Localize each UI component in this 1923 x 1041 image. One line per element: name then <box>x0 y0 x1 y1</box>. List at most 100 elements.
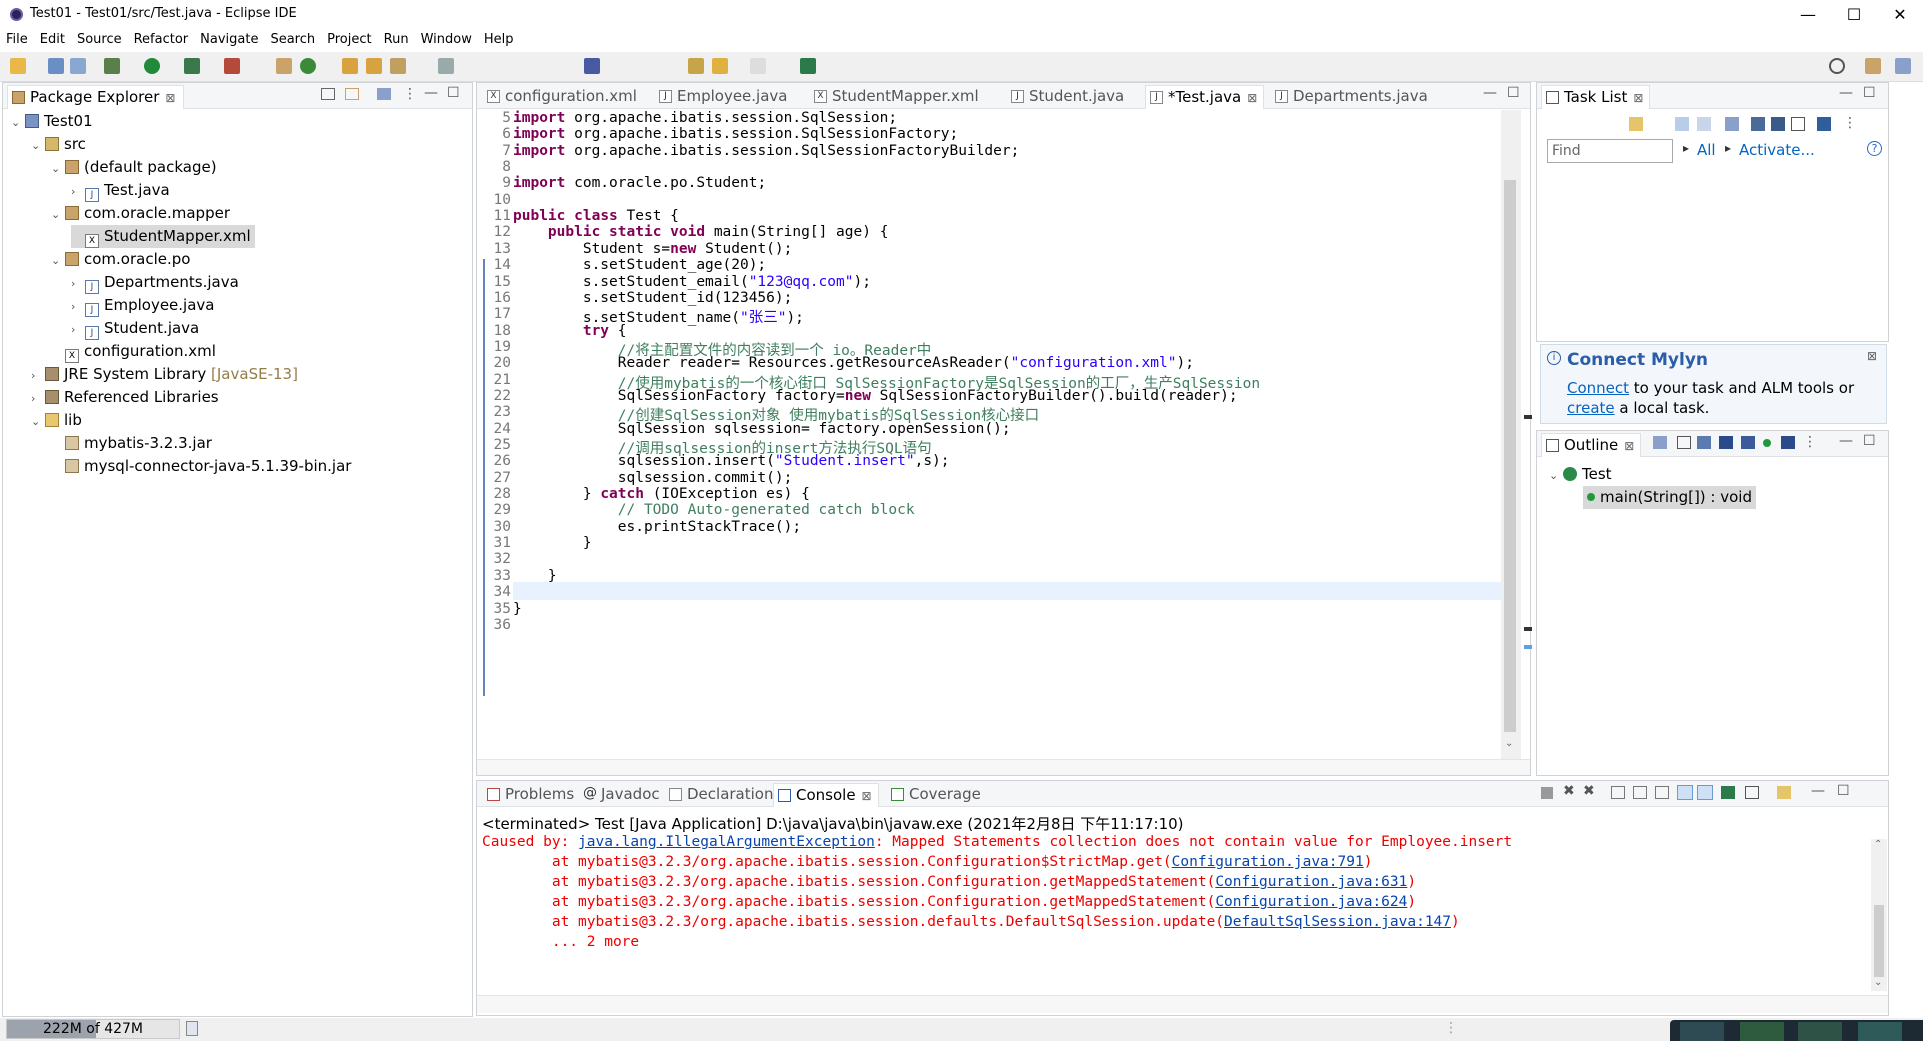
save-icon[interactable] <box>48 58 64 74</box>
tab-console[interactable]: Console ⊠ <box>773 783 879 807</box>
collapsed-arrow-icon[interactable]: › <box>31 364 45 387</box>
tab-studentmapper-xml[interactable]: X StudentMapper.xml <box>810 85 979 109</box>
menu-refactor[interactable]: Refactor <box>128 30 195 49</box>
expanded-arrow-icon[interactable]: ⌄ <box>1549 464 1563 487</box>
all-link[interactable]: All <box>1697 141 1716 159</box>
menu-edit[interactable]: Edit <box>34 30 71 49</box>
maximize-view-icon[interactable]: ☐ <box>1863 433 1876 449</box>
tab-test-java[interactable]: J *Test.java ⊠ <box>1145 85 1265 109</box>
minimize-view-icon[interactable]: — <box>1839 433 1853 449</box>
minimize-view-icon[interactable]: — <box>424 85 438 101</box>
terminate-icon[interactable] <box>1541 787 1553 799</box>
collapsed-arrow-icon[interactable]: › <box>71 295 85 318</box>
maximize-view-icon[interactable]: ☐ <box>1837 783 1850 799</box>
focus-active-task-icon[interactable] <box>1653 436 1667 449</box>
view-menu-icon[interactable]: ⋮ <box>403 86 417 102</box>
menu-file[interactable]: File <box>0 30 34 49</box>
external-tools-icon[interactable] <box>224 58 240 74</box>
taskbar-app-icon[interactable] <box>1740 1022 1784 1041</box>
tree-item-project[interactable]: ⌄ Test01 <box>11 110 93 133</box>
menu-help[interactable]: Help <box>478 30 520 49</box>
minimize-view-icon[interactable]: — <box>1483 85 1497 101</box>
tab-problems[interactable]: Problems <box>483 783 574 807</box>
tree-item-default-package[interactable]: ⌄ (default package) <box>51 156 217 179</box>
editor-vertical-scrollbar[interactable]: ⌄ <box>1501 110 1521 760</box>
tree-item-mapper-package[interactable]: ⌄ com.oracle.mapper <box>51 202 230 225</box>
collapse-all-icon[interactable] <box>1677 436 1691 449</box>
overview-marker[interactable] <box>1524 627 1532 631</box>
menu-project[interactable]: Project <box>321 30 377 49</box>
toggle-mark-occurrences-icon[interactable] <box>438 58 454 74</box>
back-icon[interactable] <box>712 58 728 74</box>
close-button[interactable]: ✕ <box>1877 0 1923 30</box>
editor-horizontal-scrollbar[interactable] <box>477 759 1530 775</box>
close-tab-icon[interactable]: ⊠ <box>1247 91 1257 105</box>
close-tab-icon[interactable]: ⊠ <box>1624 439 1634 453</box>
help-icon[interactable]: ? <box>1867 141 1882 156</box>
tree-item-departments-java[interactable]: › J Departments.java <box>71 271 239 294</box>
java-perspective-icon[interactable] <box>1895 58 1911 74</box>
tree-item-po-package[interactable]: ⌄ com.oracle.po <box>51 248 190 271</box>
console-horizontal-scrollbar[interactable] <box>477 995 1888 1013</box>
stack-source-link[interactable]: DefaultSqlSession.java:147 <box>1224 914 1451 930</box>
tree-item-mybatis-jar[interactable]: mybatis-3.2.3.jar <box>51 432 212 455</box>
create-link[interactable]: create <box>1567 399 1615 417</box>
tab-declaration[interactable]: Declaration <box>665 783 773 807</box>
forward-icon[interactable] <box>750 58 766 74</box>
collapsed-arrow-icon[interactable]: › <box>71 318 85 341</box>
tree-item-employee-java[interactable]: › J Employee.java <box>71 294 215 317</box>
console-output[interactable]: Caused by: java.lang.IllegalArgumentExce… <box>482 834 1862 984</box>
hide-non-public-icon[interactable] <box>1763 439 1771 447</box>
view-menu-icon[interactable]: ⋮ <box>1843 115 1857 131</box>
scrollbar-thumb[interactable] <box>1874 905 1884 977</box>
maximize-view-icon[interactable]: ☐ <box>1507 85 1520 101</box>
tree-item-src[interactable]: ⌄ src <box>31 133 86 156</box>
expanded-arrow-icon[interactable]: ⌄ <box>51 249 65 272</box>
link-with-editor-icon[interactable] <box>345 88 359 100</box>
collapsed-arrow-icon[interactable]: › <box>31 387 45 410</box>
menu-navigate[interactable]: Navigate <box>194 30 264 49</box>
tab-coverage[interactable]: Coverage <box>887 783 981 807</box>
word-wrap-icon[interactable] <box>1655 786 1669 799</box>
menu-window[interactable]: Window <box>415 30 478 49</box>
sort-icon[interactable] <box>1697 436 1711 449</box>
pin-console-icon[interactable] <box>1721 786 1735 799</box>
heap-status[interactable]: 222M of 427M <box>6 1019 180 1039</box>
tab-departments-java[interactable]: J Departments.java <box>1271 85 1428 109</box>
outline-class-test[interactable]: ⌄ Test <box>1549 463 1612 486</box>
hide-local-types-icon[interactable] <box>1781 436 1795 449</box>
overview-marker[interactable] <box>1524 415 1532 419</box>
outline-method-main[interactable]: main(String[]) : void <box>1583 486 1756 509</box>
taskbar-app-icon[interactable] <box>1680 1022 1724 1041</box>
overview-marker[interactable] <box>1524 645 1532 649</box>
expanded-arrow-icon[interactable]: ⌄ <box>11 111 25 134</box>
open-perspective-icon[interactable] <box>1865 58 1881 74</box>
close-tab-icon[interactable]: ⊠ <box>1633 91 1643 105</box>
connect-link[interactable]: Connect <box>1567 379 1629 397</box>
hide-fields-icon[interactable] <box>1719 436 1733 449</box>
console-vertical-scrollbar[interactable]: ⌃ ⌄ <box>1871 839 1887 991</box>
minimize-view-icon[interactable]: — <box>1811 783 1825 799</box>
focus-active-task-icon[interactable] <box>377 88 391 100</box>
maximize-button[interactable]: ☐ <box>1831 0 1877 30</box>
expanded-arrow-icon[interactable]: ⌄ <box>31 410 45 433</box>
tree-item-student-java[interactable]: › J Student.java <box>71 317 199 340</box>
scroll-lock-icon[interactable] <box>1633 786 1647 799</box>
open-task-icon[interactable] <box>366 58 382 74</box>
tab-configuration-xml[interactable]: Xconfiguration.xml <box>483 85 637 109</box>
tab-package-explorer[interactable]: Package Explorer ⊠ <box>7 85 185 109</box>
maximize-view-icon[interactable]: ☐ <box>1863 85 1876 101</box>
tab-employee-java[interactable]: J Employee.java <box>655 85 788 109</box>
collapse-all-icon[interactable] <box>321 88 335 100</box>
new-task-icon[interactable] <box>1629 117 1643 131</box>
tree-item-studentmapper-xml[interactable]: X StudentMapper.xml <box>71 225 255 248</box>
open-type-icon[interactable] <box>342 58 358 74</box>
last-edit-location-icon[interactable] <box>688 58 704 74</box>
stack-source-link[interactable]: Configuration.java:624 <box>1215 894 1407 910</box>
tree-item-configuration-xml[interactable]: Xconfiguration.xml <box>51 340 216 363</box>
menu-source[interactable]: Source <box>71 30 128 49</box>
taskbar-app-icon[interactable] <box>1798 1022 1842 1041</box>
categorized-icon[interactable] <box>1675 117 1689 131</box>
collapsed-arrow-icon[interactable]: › <box>71 272 85 295</box>
hide-static-icon[interactable] <box>1741 436 1755 449</box>
